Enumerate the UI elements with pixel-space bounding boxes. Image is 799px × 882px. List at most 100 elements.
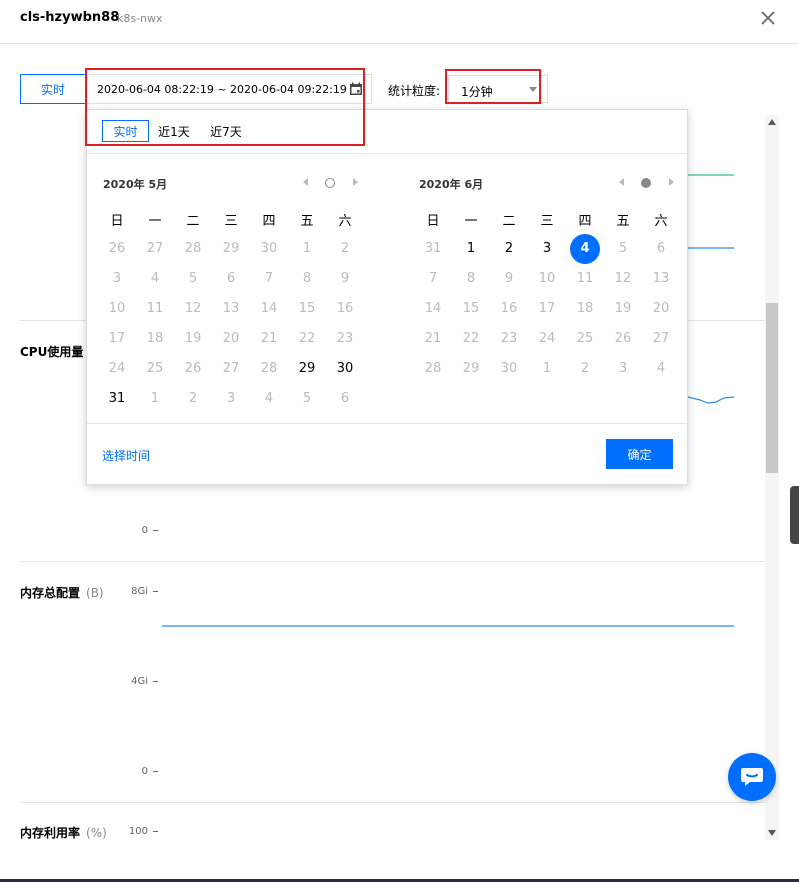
calendar-day[interactable]: 11 <box>136 294 174 324</box>
calendar-day[interactable]: 5 <box>288 384 326 414</box>
calendar-day[interactable]: 8 <box>452 264 490 294</box>
calendar-day[interactable]: 1 <box>288 234 326 264</box>
calendar-day[interactable]: 16 <box>490 294 528 324</box>
scroll-up-icon[interactable] <box>768 119 776 125</box>
calendar-day[interactable]: 28 <box>250 354 288 384</box>
calendar-day[interactable]: 29 <box>212 234 250 264</box>
calendar-day[interactable]: 27 <box>642 324 680 354</box>
calendar-day[interactable]: 12 <box>604 264 642 294</box>
calendar-day[interactable]: 13 <box>212 294 250 324</box>
calendar-day[interactable]: 23 <box>490 324 528 354</box>
calendar-day[interactable]: 10 <box>98 294 136 324</box>
calendar-day[interactable]: 12 <box>174 294 212 324</box>
month-title: 2020年 5月 <box>103 178 168 191</box>
calendar-day[interactable]: 18 <box>566 294 604 324</box>
calendar-day[interactable]: 3 <box>212 384 250 414</box>
calendar-day[interactable]: 26 <box>174 354 212 384</box>
calendar-day[interactable]: 26 <box>98 234 136 264</box>
calendar-day[interactable]: 1 <box>452 234 490 264</box>
calendar-day[interactable]: 17 <box>528 294 566 324</box>
calendar-day[interactable]: 17 <box>98 324 136 354</box>
calendar-day[interactable]: 2 <box>326 234 364 264</box>
calendar-day[interactable]: 6 <box>326 384 364 414</box>
calendar-day[interactable]: 29 <box>288 354 326 384</box>
calendar-day[interactable]: 28 <box>414 354 452 384</box>
calendar-day[interactable]: 13 <box>642 264 680 294</box>
calendar-day[interactable]: 6 <box>642 234 680 264</box>
calendar-day[interactable]: 7 <box>414 264 452 294</box>
calendar-day[interactable]: 4 <box>136 264 174 294</box>
quick-option-7days[interactable]: 近7天 <box>205 120 247 142</box>
calendar-day[interactable]: 30 <box>490 354 528 384</box>
confirm-button[interactable]: 确定 <box>606 439 673 469</box>
scroll-down-icon[interactable] <box>768 830 776 836</box>
calendar-day[interactable]: 15 <box>452 294 490 324</box>
calendar-day[interactable]: 14 <box>414 294 452 324</box>
prev-month-icon[interactable] <box>619 178 624 186</box>
calendar-day[interactable]: 23 <box>326 324 364 354</box>
calendar-day[interactable]: 21 <box>250 324 288 354</box>
calendar-day[interactable]: 2 <box>566 354 604 384</box>
calendar-day[interactable]: 10 <box>528 264 566 294</box>
calendar-day[interactable]: 20 <box>212 324 250 354</box>
today-icon[interactable] <box>641 178 651 188</box>
calendar-day[interactable]: 30 <box>250 234 288 264</box>
time-range-input[interactable]: 2020-06-04 08:22:19 ~ 2020-06-04 09:22:1… <box>86 74 372 104</box>
calendar-day[interactable]: 22 <box>288 324 326 354</box>
calendar-day[interactable]: 24 <box>98 354 136 384</box>
calendar-day[interactable]: 4 <box>250 384 288 414</box>
calendar-day[interactable]: 20 <box>642 294 680 324</box>
calendar-day[interactable]: 2 <box>174 384 212 414</box>
calendar-day[interactable]: 2 <box>490 234 528 264</box>
calendar-day[interactable]: 9 <box>326 264 364 294</box>
calendar-day[interactable]: 4 <box>566 234 604 264</box>
chat-button[interactable] <box>728 753 776 801</box>
calendar-day[interactable]: 22 <box>452 324 490 354</box>
calendar-day[interactable]: 3 <box>528 234 566 264</box>
calendar-day[interactable]: 11 <box>566 264 604 294</box>
quick-option-realtime[interactable]: 实时 <box>102 120 149 142</box>
calendar-day[interactable]: 7 <box>250 264 288 294</box>
calendar-day[interactable]: 1 <box>528 354 566 384</box>
next-month-icon[interactable] <box>353 178 358 186</box>
realtime-button[interactable]: 实时 <box>20 74 86 104</box>
calendar-day[interactable]: 21 <box>414 324 452 354</box>
calendar-day[interactable]: 14 <box>250 294 288 324</box>
select-time-link[interactable]: 选择时间 <box>102 447 150 464</box>
calendar-day[interactable]: 25 <box>136 354 174 384</box>
calendar-day[interactable]: 29 <box>452 354 490 384</box>
calendar-day[interactable]: 30 <box>326 354 364 384</box>
scrollbar[interactable] <box>765 115 779 840</box>
today-icon[interactable] <box>325 178 335 188</box>
prev-month-icon[interactable] <box>303 178 308 186</box>
granularity-select[interactable]: 1分钟 <box>448 75 548 103</box>
calendar-icon[interactable] <box>349 82 363 96</box>
calendar-day[interactable]: 15 <box>288 294 326 324</box>
calendar-day[interactable]: 19 <box>604 294 642 324</box>
quick-option-1day[interactable]: 近1天 <box>153 120 195 142</box>
calendar-day[interactable]: 27 <box>212 354 250 384</box>
calendar-day[interactable]: 3 <box>604 354 642 384</box>
calendar-day[interactable]: 4 <box>642 354 680 384</box>
next-month-icon[interactable] <box>669 178 674 186</box>
calendar-day[interactable]: 5 <box>604 234 642 264</box>
calendar-day[interactable]: 16 <box>326 294 364 324</box>
close-icon[interactable] <box>759 9 777 27</box>
calendar-day[interactable]: 24 <box>528 324 566 354</box>
calendar-day[interactable]: 26 <box>604 324 642 354</box>
calendar-day[interactable]: 1 <box>136 384 174 414</box>
calendar-day[interactable]: 9 <box>490 264 528 294</box>
calendar-day[interactable]: 6 <box>212 264 250 294</box>
calendar-day[interactable]: 5 <box>174 264 212 294</box>
calendar-day[interactable]: 28 <box>174 234 212 264</box>
scroll-thumb[interactable] <box>766 303 778 473</box>
calendar-day[interactable]: 3 <box>98 264 136 294</box>
calendar-day[interactable]: 27 <box>136 234 174 264</box>
calendar-day[interactable]: 31 <box>414 234 452 264</box>
calendar-day[interactable]: 18 <box>136 324 174 354</box>
calendar-day[interactable]: 8 <box>288 264 326 294</box>
calendar-day[interactable]: 31 <box>98 384 136 414</box>
side-tab[interactable] <box>790 486 799 544</box>
calendar-day[interactable]: 25 <box>566 324 604 354</box>
calendar-day[interactable]: 19 <box>174 324 212 354</box>
